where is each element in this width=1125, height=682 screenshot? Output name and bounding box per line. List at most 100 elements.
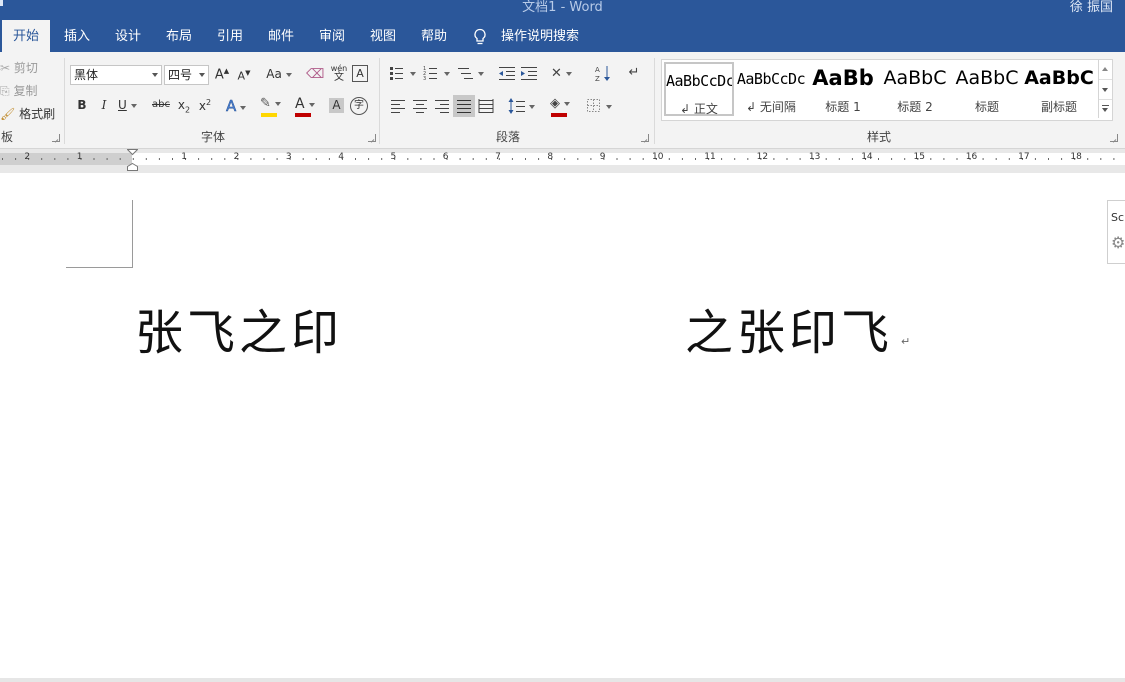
strikethrough-button[interactable]: abc [150,99,172,110]
paragraph-mark: ↵ [901,335,911,348]
chinese-layout-button[interactable]: ✕ [551,66,579,81]
line-spacing-button[interactable] [508,97,536,115]
style-no-spacing[interactable]: AaBbCcDc ↲ 无间隔 [736,62,806,116]
style-heading-1[interactable]: AaBb 标题 1 [808,62,878,116]
superscript-button[interactable]: x2 [197,98,213,113]
document-text-right[interactable]: 之张印飞 [685,293,893,363]
tab-layout[interactable]: 布局 [156,20,202,52]
style-name-text: 无间隔 [759,100,796,114]
paintbrush-icon: 🖌 [0,107,16,121]
align-left-button[interactable] [390,99,406,113]
highlight-color-button[interactable]: ✎ [260,96,292,117]
subscript-button[interactable]: x2 [176,98,192,114]
style-normal[interactable]: AaBbCcDc ↲ 正文 [664,62,734,116]
paragraph-shading-button[interactable]: ◈ [550,96,582,117]
multilevel-list-button[interactable] [457,65,487,81]
show-marks-button[interactable]: ↵ [627,65,641,80]
side-panel-tab[interactable]: Scr ⚙ [1107,200,1125,264]
tab-mailings[interactable]: 邮件 [258,20,304,52]
chevron-down-icon [130,103,137,108]
ruler-number: 9 [599,152,606,162]
justify-button[interactable] [453,95,475,117]
user-name[interactable]: 徐 振国 [1070,0,1113,15]
gallery-scroll-down-button[interactable] [1099,80,1112,100]
shrink-font-button[interactable]: A▼ [236,69,252,83]
ruler-tick [420,158,422,160]
chevron-down-icon [240,105,247,110]
expand-line-icon [1102,105,1109,106]
ruler-number: 1 [76,152,83,162]
svg-text:A: A [595,66,600,74]
paragraph-launcher-icon[interactable] [641,134,649,142]
clear-formatting-button[interactable]: ⌫ [306,67,324,82]
styles-launcher-icon[interactable] [1110,134,1118,142]
italic-button[interactable]: I [96,98,112,112]
font-color-button[interactable]: A [295,96,325,117]
ruler-tick [878,158,879,160]
format-painter-button[interactable]: 🖌 格式刷 [0,105,55,122]
sort-button[interactable]: A Z [594,64,612,82]
bold-button[interactable]: B [74,98,90,112]
change-case-button[interactable]: Aa [263,67,295,81]
font-size-value: 四号 [168,68,193,82]
numbering-button[interactable]: 123 [423,65,453,81]
tell-me-label: 操作说明搜索 [501,29,580,44]
ruler-tick [106,158,108,160]
font-size-select[interactable]: 四号 [164,65,209,85]
ruler-tick [564,158,566,160]
tab-home[interactable]: 开始 [2,20,50,52]
change-case-icon: Aa [266,67,282,81]
indent-marker-icon[interactable] [127,149,138,173]
underline-button[interactable]: U [118,98,148,112]
grow-font-button[interactable]: A▲ [214,67,230,82]
phonetic-guide-button[interactable]: wén 文 [330,64,348,83]
ruler-number: 5 [390,152,397,162]
tab-insert[interactable]: 插入 [54,20,100,52]
tab-references[interactable]: 引用 [207,20,253,52]
window-title: 文档1 - Word [522,0,603,15]
style-name: 标题 2 [897,100,933,114]
cut-button[interactable]: ✂ 剪切 [0,59,38,76]
gallery-scroll-up-button[interactable] [1099,60,1112,80]
style-heading-2[interactable]: AaBbC 标题 2 [880,62,950,116]
distributed-button[interactable] [478,98,494,114]
chevron-down-icon [566,71,573,76]
tab-help[interactable]: 帮助 [411,20,457,52]
clipboard-launcher-icon[interactable] [52,134,60,142]
character-border-button[interactable]: A [352,65,368,82]
document-page[interactable]: 张飞之印 之张印飞 ↵ [0,173,1125,678]
horizontal-ruler[interactable]: 2 1 1 2 3 4 5 6 7 8 9 10 11 12 13 14 15 16 17 18 [0,149,1125,173]
borders-button[interactable] [586,98,614,114]
tab-review[interactable]: 审阅 [309,20,355,52]
grow-font-icon: A [214,67,224,83]
copy-button[interactable]: ⎘ 复制 [0,82,37,99]
enclose-characters-button[interactable]: 字 [350,97,368,115]
style-preview: AaBbC [955,67,1019,89]
character-shading-button[interactable]: A [329,98,344,113]
font-color-icon: A [295,96,305,112]
font-name-select[interactable]: 黑体 [70,65,162,85]
ruler-number: 3 [285,152,292,162]
text-effects-button[interactable]: A [226,97,256,115]
bullets-button[interactable] [389,65,419,81]
ruler-tick [54,158,56,160]
document-text-left[interactable]: 张飞之印 [135,293,343,363]
tab-view[interactable]: 视图 [360,20,406,52]
style-subtitle[interactable]: AaBbC 副标题 [1024,62,1094,116]
increase-indent-button[interactable] [520,65,538,81]
ruler-number: 15 [913,152,925,162]
tab-design[interactable]: 设计 [105,20,151,52]
clipboard-group-label: 板 [0,130,13,144]
ruler-number: 7 [495,152,501,162]
font-launcher-icon[interactable] [368,134,376,142]
align-center-button[interactable] [412,99,428,113]
ruler-tick [1100,158,1102,160]
ruler-tick [224,158,226,160]
justify-icon [457,100,471,113]
ruler-tick [1061,158,1063,160]
align-right-button[interactable] [434,99,450,113]
style-title[interactable]: AaBbC 标题 [952,62,1022,116]
decrease-indent-button[interactable] [498,65,516,81]
gallery-expand-button[interactable] [1099,100,1112,119]
chevron-down-icon [1102,108,1108,112]
